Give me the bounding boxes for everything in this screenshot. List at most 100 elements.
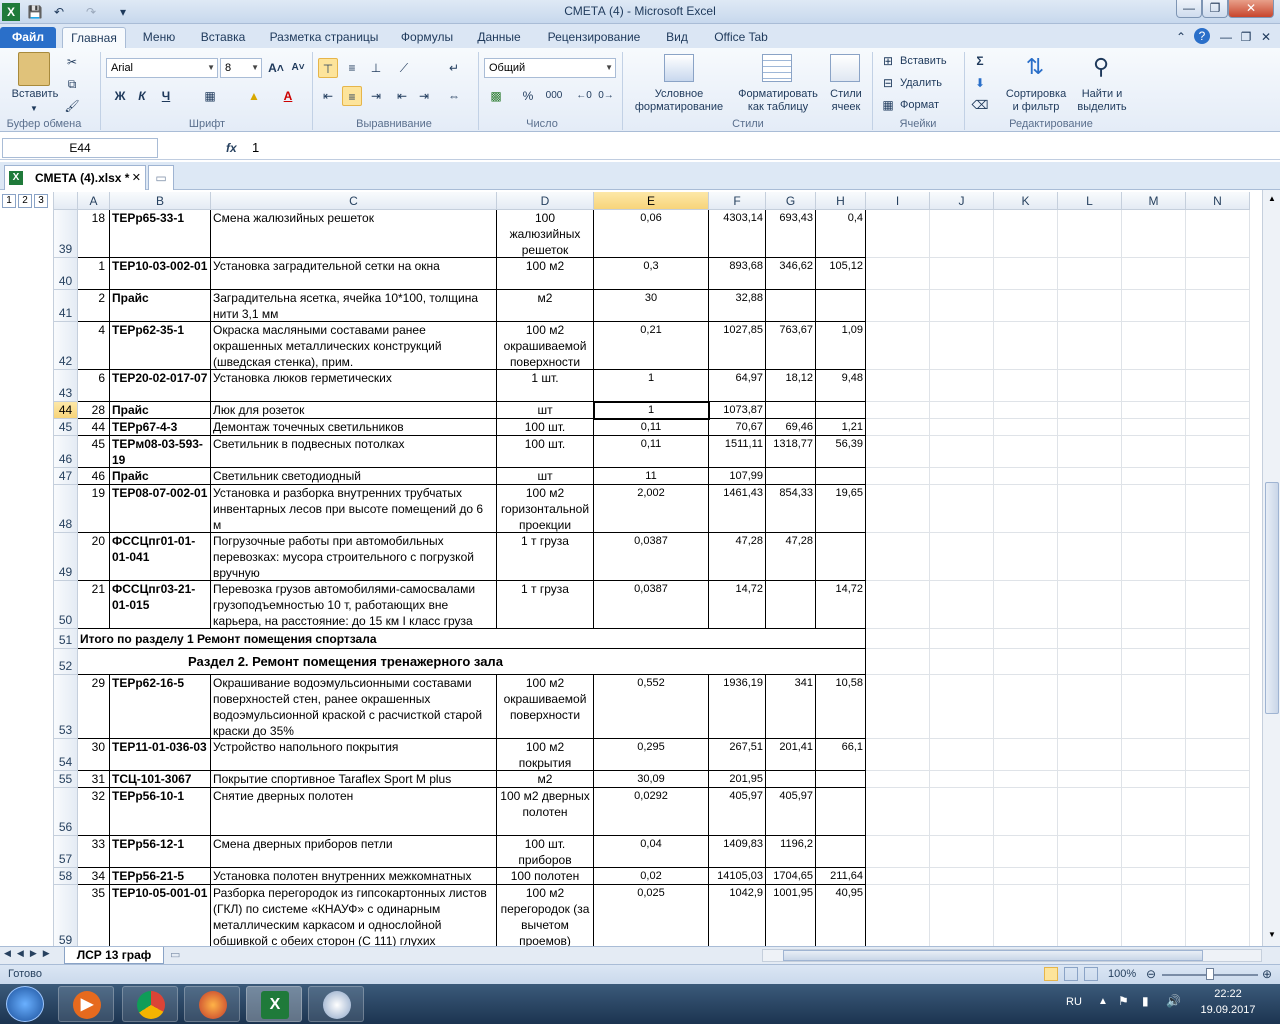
empty-cell[interactable] bbox=[994, 485, 1058, 533]
empty-cell[interactable] bbox=[1058, 581, 1122, 629]
empty-cell[interactable] bbox=[1186, 436, 1250, 468]
empty-cell[interactable] bbox=[866, 836, 930, 868]
column-header-k[interactable]: K bbox=[994, 192, 1058, 210]
page-break-view-icon[interactable] bbox=[1084, 967, 1098, 981]
empty-cell[interactable] bbox=[866, 771, 930, 788]
cell-e48[interactable]: 2,002 bbox=[594, 485, 709, 533]
cell-e41[interactable]: 30 bbox=[594, 290, 709, 322]
format-cells-button[interactable]: Формат bbox=[900, 99, 960, 112]
cell-a49[interactable]: 20 bbox=[78, 533, 110, 581]
font-name-combo[interactable]: Arial ▼ bbox=[106, 58, 218, 78]
align-bottom-icon[interactable]: ⊥ bbox=[366, 58, 386, 78]
currency-icon[interactable]: ▩ bbox=[486, 86, 506, 106]
cell-e49[interactable]: 0,0387 bbox=[594, 533, 709, 581]
cell-b48[interactable]: ТЕР08-07-002-01 bbox=[110, 485, 211, 533]
cell-e46[interactable]: 0,11 bbox=[594, 436, 709, 468]
empty-cell[interactable] bbox=[994, 788, 1058, 836]
zoom-level[interactable]: 100% bbox=[1108, 968, 1136, 980]
empty-cell[interactable] bbox=[1186, 836, 1250, 868]
empty-cell[interactable] bbox=[1122, 322, 1186, 370]
empty-cell[interactable] bbox=[1122, 258, 1186, 290]
zoom-slider-thumb[interactable] bbox=[1206, 968, 1214, 980]
cell-a47[interactable]: 46 bbox=[78, 468, 110, 485]
empty-cell[interactable] bbox=[930, 649, 994, 675]
cell-f48[interactable]: 1461,43 bbox=[709, 485, 766, 533]
cell-g44[interactable] bbox=[766, 402, 816, 419]
format-as-table-button[interactable]: Форматировать как таблицу bbox=[734, 88, 822, 114]
merge-center-icon[interactable]: ⇔ bbox=[444, 86, 464, 106]
empty-cell[interactable] bbox=[1058, 788, 1122, 836]
cell-b49[interactable]: ФССЦпг01-01-01-041 bbox=[110, 533, 211, 581]
cell-g54[interactable]: 201,41 bbox=[766, 739, 816, 771]
empty-cell[interactable] bbox=[1058, 885, 1122, 946]
tab-office-tab[interactable]: Office Tab bbox=[706, 27, 776, 48]
cell-c42[interactable]: Окраска масляными составами ранее окраше… bbox=[211, 322, 497, 370]
cell-b39[interactable]: ТЕРр65-33-1 bbox=[110, 210, 211, 258]
minimize-ribbon-icon[interactable]: ⌃ bbox=[1174, 27, 1188, 48]
cell-c50[interactable]: Перевозка грузов автомобилями-самосвалам… bbox=[211, 581, 497, 629]
cell-a42[interactable]: 4 bbox=[78, 322, 110, 370]
tab-formulas[interactable]: Формулы bbox=[396, 27, 458, 48]
empty-cell[interactable] bbox=[930, 485, 994, 533]
cell-a59[interactable]: 35 bbox=[78, 885, 110, 946]
outline-level-3[interactable]: 3 bbox=[34, 194, 48, 208]
column-header-g[interactable]: G bbox=[766, 192, 816, 210]
empty-cell[interactable] bbox=[930, 788, 994, 836]
cell-e54[interactable]: 0,295 bbox=[594, 739, 709, 771]
cell-c57[interactable]: Смена дверных приборов петли bbox=[211, 836, 497, 868]
cell-g39[interactable]: 693,43 bbox=[766, 210, 816, 258]
section-row[interactable]: Итого по разделу 1 Ремонт помещения спор… bbox=[78, 629, 866, 649]
percent-button[interactable]: % bbox=[518, 86, 538, 106]
cell-b41[interactable]: Прайс bbox=[110, 290, 211, 322]
increase-indent-icon[interactable]: ⇥ bbox=[414, 86, 434, 106]
empty-cell[interactable] bbox=[866, 629, 930, 649]
cell-d49[interactable]: 1 т груза bbox=[497, 533, 594, 581]
empty-cell[interactable] bbox=[1058, 675, 1122, 739]
underline-button[interactable]: Ч bbox=[156, 86, 176, 106]
cell-f41[interactable]: 32,88 bbox=[709, 290, 766, 322]
column-header-j[interactable]: J bbox=[930, 192, 994, 210]
empty-cell[interactable] bbox=[866, 739, 930, 771]
cell-e55[interactable]: 30,09 bbox=[594, 771, 709, 788]
empty-cell[interactable] bbox=[994, 533, 1058, 581]
empty-cell[interactable] bbox=[1186, 675, 1250, 739]
cell-c44[interactable]: Люк для розеток bbox=[211, 402, 497, 419]
tab-home[interactable]: Главная bbox=[62, 27, 126, 48]
column-header-a[interactable]: A bbox=[78, 192, 110, 210]
empty-cell[interactable] bbox=[1122, 370, 1186, 402]
column-header-n[interactable]: N bbox=[1186, 192, 1250, 210]
workbook-minimize-icon[interactable]: — bbox=[1218, 27, 1234, 48]
cell-g47[interactable] bbox=[766, 468, 816, 485]
cell-e47[interactable]: 11 bbox=[594, 468, 709, 485]
paint-taskbar-button[interactable] bbox=[308, 986, 364, 1022]
empty-cell[interactable] bbox=[994, 258, 1058, 290]
cell-c43[interactable]: Установка люков герметических bbox=[211, 370, 497, 402]
empty-cell[interactable] bbox=[994, 210, 1058, 258]
empty-cell[interactable] bbox=[1122, 468, 1186, 485]
empty-cell[interactable] bbox=[994, 402, 1058, 419]
empty-cell[interactable] bbox=[866, 581, 930, 629]
empty-cell[interactable] bbox=[930, 771, 994, 788]
cell-d56[interactable]: 100 м2 дверных полотен bbox=[497, 788, 594, 836]
cell-d55[interactable]: м2 bbox=[497, 771, 594, 788]
empty-cell[interactable] bbox=[994, 739, 1058, 771]
cell-h56[interactable] bbox=[816, 788, 866, 836]
outline-level-2[interactable]: 2 bbox=[18, 194, 32, 208]
cell-c48[interactable]: Установка и разборка внутренних трубчаты… bbox=[211, 485, 497, 533]
cell-g42[interactable]: 763,67 bbox=[766, 322, 816, 370]
horizontal-scrollbar[interactable] bbox=[762, 949, 1262, 962]
empty-cell[interactable] bbox=[866, 885, 930, 946]
normal-view-icon[interactable] bbox=[1044, 967, 1058, 981]
row-header-49[interactable]: 49 bbox=[54, 533, 78, 581]
empty-cell[interactable] bbox=[1058, 533, 1122, 581]
cell-h45[interactable]: 1,21 bbox=[816, 419, 866, 436]
empty-cell[interactable] bbox=[994, 370, 1058, 402]
empty-cell[interactable] bbox=[1122, 629, 1186, 649]
cell-f53[interactable]: 1936,19 bbox=[709, 675, 766, 739]
row-header-58[interactable]: 58 bbox=[54, 868, 78, 885]
cell-b57[interactable]: ТЕРр56-12-1 bbox=[110, 836, 211, 868]
empty-cell[interactable] bbox=[866, 868, 930, 885]
row-header-55[interactable]: 55 bbox=[54, 771, 78, 788]
cell-f44[interactable]: 1073,87 bbox=[709, 402, 766, 419]
column-header-e[interactable]: E bbox=[594, 192, 709, 210]
